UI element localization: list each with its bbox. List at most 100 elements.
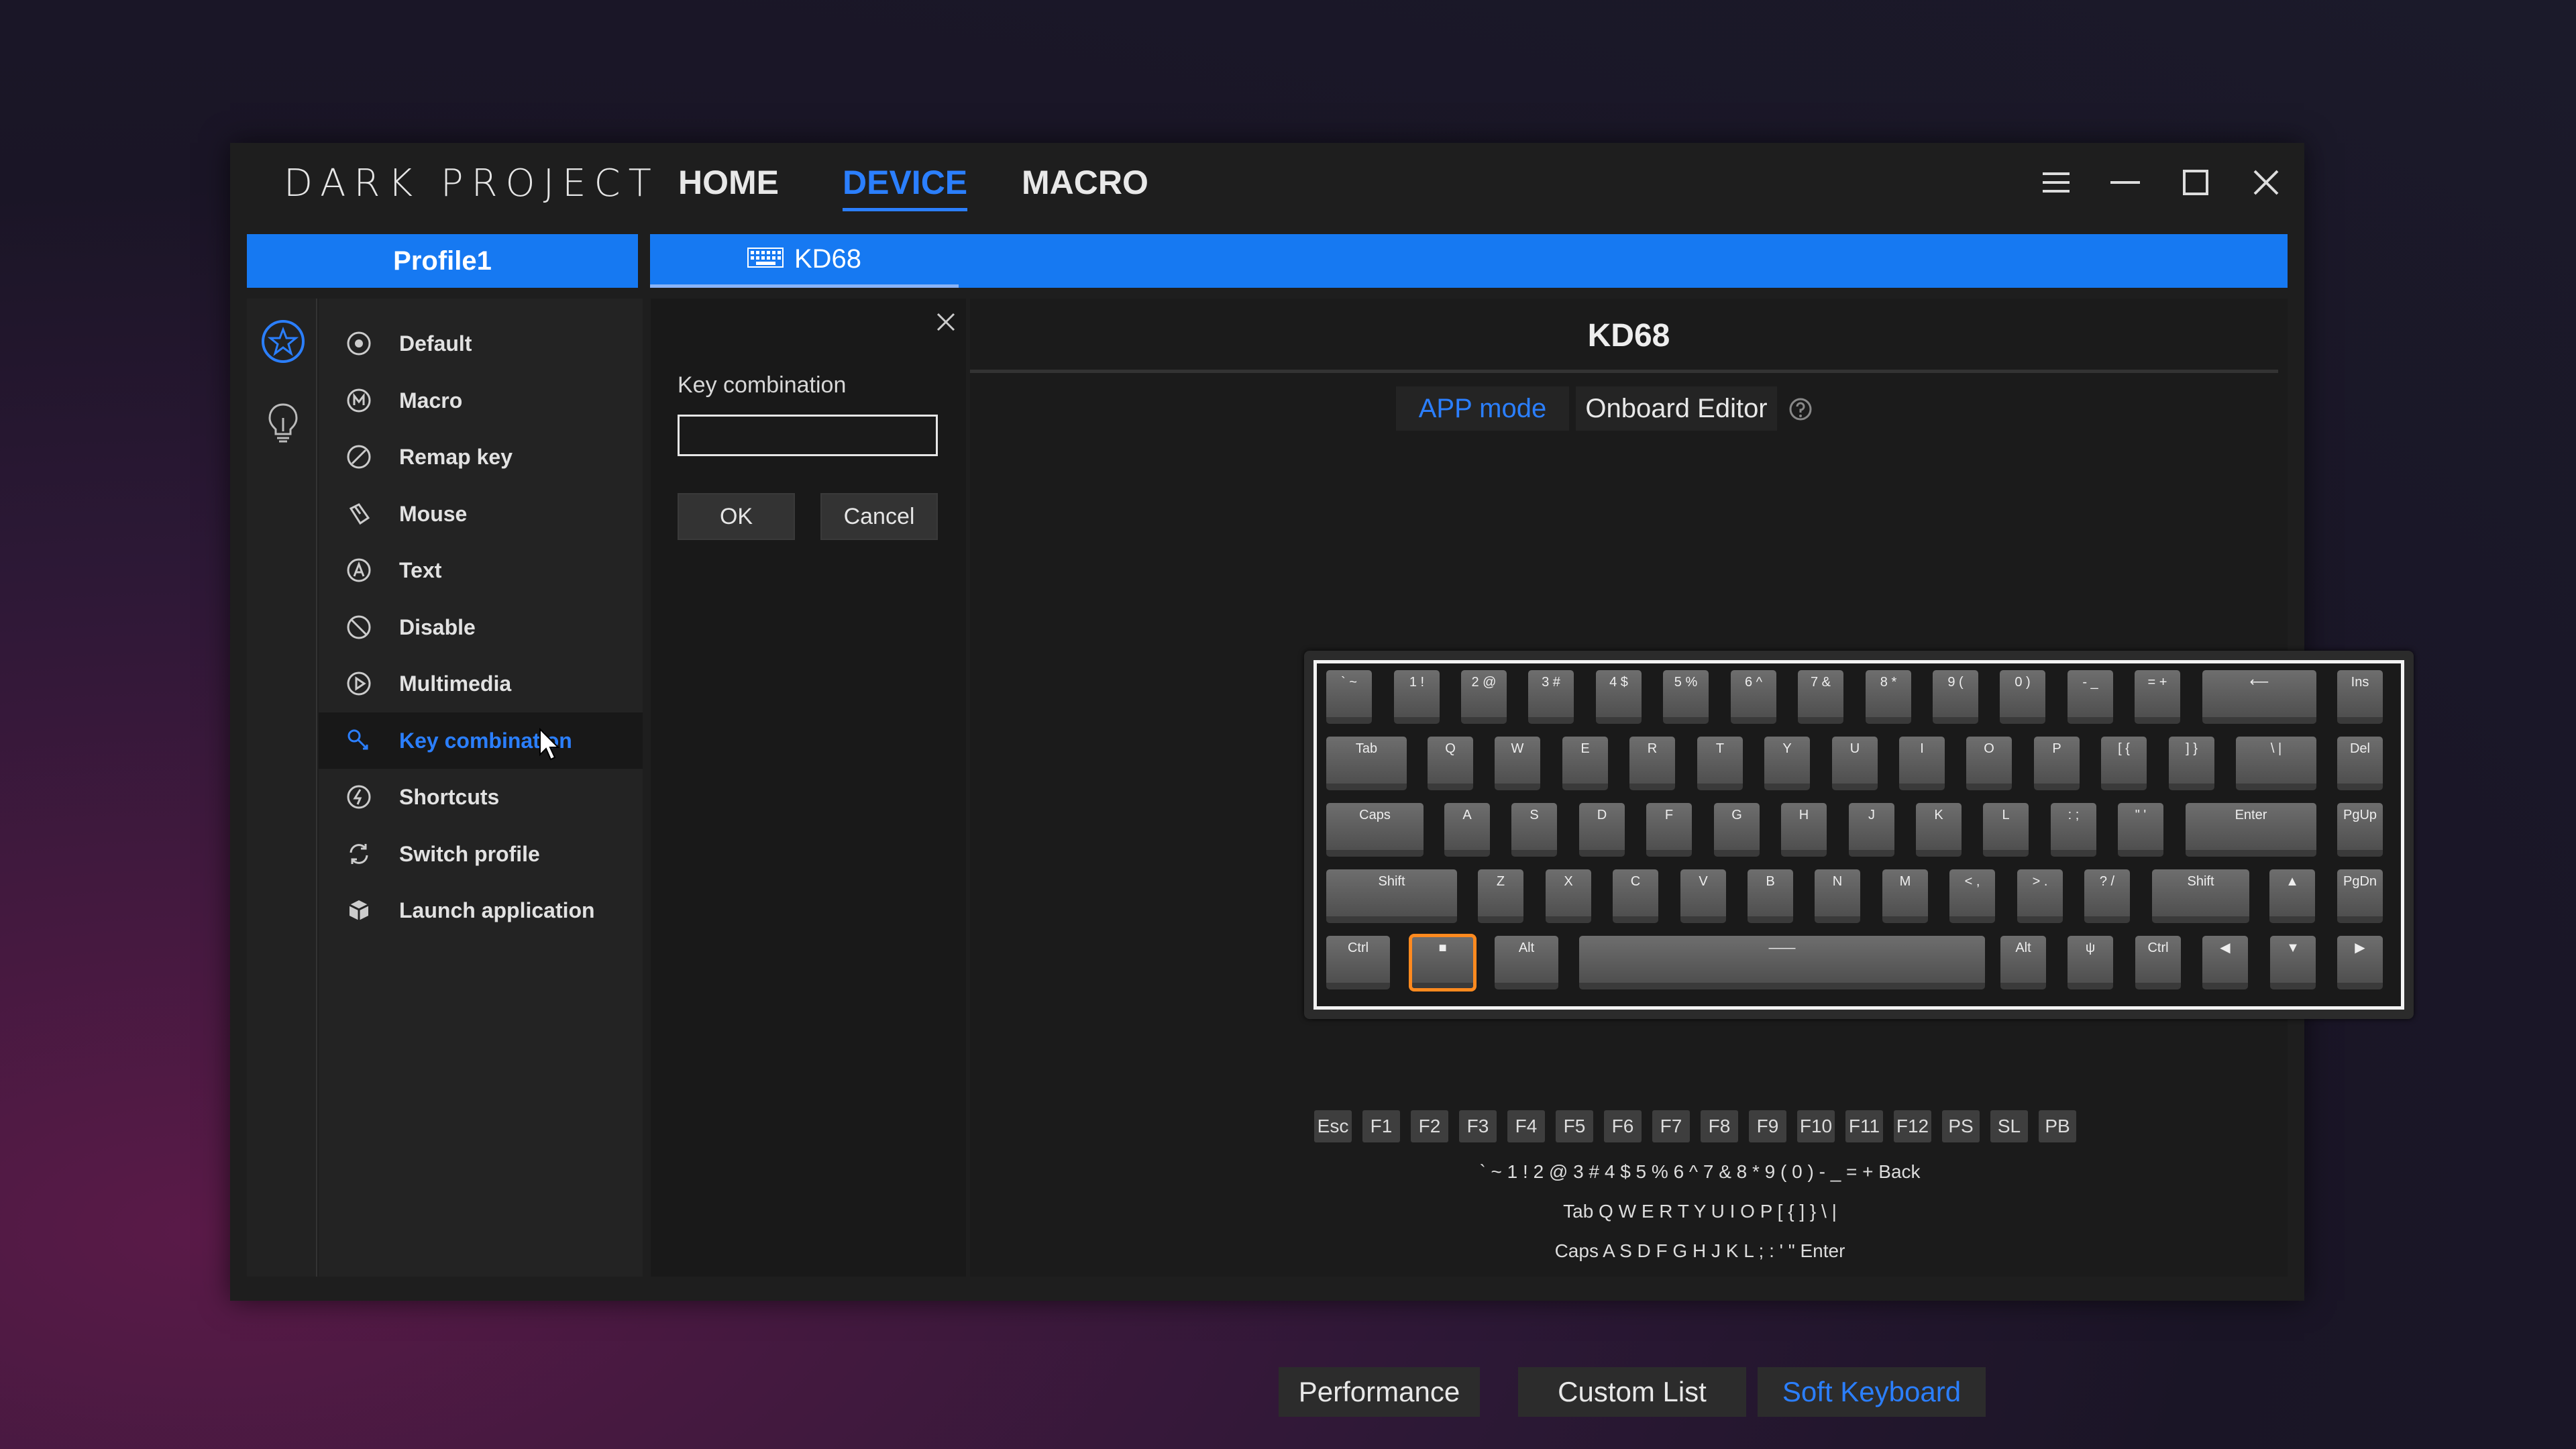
sk-qwerty-row[interactable]: Tab Q W E R T Y U I O P [ { ] } \ |	[1314, 1195, 2086, 1228]
key-rshift[interactable]: Shift	[2152, 869, 2249, 923]
sk-sl[interactable]: SL	[1990, 1110, 2028, 1142]
key-del[interactable]: Del	[2337, 737, 2383, 790]
menu-item-disable[interactable]: Disable	[319, 599, 643, 655]
menu-item-shortcuts[interactable]: Shortcuts	[319, 769, 643, 825]
menu-item-launch-application[interactable]: Launch application	[319, 882, 643, 938]
key-c[interactable]: C	[1613, 869, 1658, 923]
sk-ps[interactable]: PS	[1942, 1110, 1980, 1142]
key-5[interactable]: 5 %	[1663, 670, 1709, 724]
panel-close-icon[interactable]	[932, 309, 959, 335]
key-equals[interactable]: = +	[2135, 670, 2180, 724]
key-lbracket[interactable]: [ {	[2101, 737, 2147, 790]
key-period[interactable]: > .	[2017, 869, 2063, 923]
key-backslash[interactable]: \ |	[2236, 737, 2316, 790]
sk-f7[interactable]: F7	[1652, 1110, 1690, 1142]
sk-f9[interactable]: F9	[1749, 1110, 1786, 1142]
key-t[interactable]: T	[1697, 737, 1743, 790]
key-n[interactable]: N	[1815, 869, 1860, 923]
ok-button[interactable]: OK	[678, 493, 795, 540]
key-u[interactable]: U	[1832, 737, 1878, 790]
key-v[interactable]: V	[1680, 869, 1726, 923]
menu-item-macro[interactable]: Macro	[319, 372, 643, 429]
key-f[interactable]: F	[1646, 803, 1692, 857]
key-semicolon[interactable]: : ;	[2051, 803, 2096, 857]
key-o[interactable]: O	[1966, 737, 2012, 790]
nav-device[interactable]: DEVICE	[843, 163, 968, 211]
key-d[interactable]: D	[1579, 803, 1625, 857]
sk-f3[interactable]: F3	[1459, 1110, 1497, 1142]
sk-f1[interactable]: F1	[1362, 1110, 1400, 1142]
key-up[interactable]: ▲	[2269, 869, 2315, 923]
sk-home-row[interactable]: Caps A S D F G H J K L ; : ' " Enter	[1314, 1235, 2086, 1267]
sk-number-row[interactable]: ` ~ 1 ! 2 @ 3 # 4 $ 5 % 6 ^ 7 & 8 * 9 ( …	[1314, 1156, 2086, 1188]
key-pgup[interactable]: PgUp	[2337, 803, 2383, 857]
key-w[interactable]: W	[1495, 737, 1540, 790]
key-1[interactable]: 1 !	[1394, 670, 1440, 724]
menu-item-remap-key[interactable]: Remap key	[319, 429, 643, 485]
key-s[interactable]: S	[1511, 803, 1557, 857]
key-q[interactable]: Q	[1428, 737, 1473, 790]
key-x[interactable]: X	[1546, 869, 1591, 923]
soft-keyboard-tab[interactable]: Soft Keyboard	[1758, 1367, 1986, 1417]
key-caps[interactable]: Caps	[1326, 803, 1424, 857]
key-grave[interactable]: ` ~	[1326, 670, 1372, 724]
profile-tab[interactable]: Profile1	[247, 234, 638, 288]
maximize-icon[interactable]	[2172, 159, 2219, 206]
sk-f2[interactable]: F2	[1411, 1110, 1448, 1142]
menu-item-mouse[interactable]: Mouse	[319, 486, 643, 542]
sk-f5[interactable]: F5	[1556, 1110, 1593, 1142]
key-j[interactable]: J	[1849, 803, 1894, 857]
menu-item-multimedia[interactable]: Multimedia	[319, 655, 643, 712]
key-b[interactable]: B	[1748, 869, 1793, 923]
key-tab[interactable]: Tab	[1326, 737, 1407, 790]
sk-f8[interactable]: F8	[1701, 1110, 1738, 1142]
key-g[interactable]: G	[1714, 803, 1760, 857]
key-slash[interactable]: ? /	[2084, 869, 2130, 923]
cancel-button[interactable]: Cancel	[820, 493, 938, 540]
key-combination-input[interactable]	[678, 415, 938, 456]
device-tab[interactable]: KD68	[650, 234, 959, 288]
sk-pb[interactable]: PB	[2039, 1110, 2076, 1142]
sk-f12[interactable]: F12	[1894, 1110, 1931, 1142]
key-ins[interactable]: Ins	[2337, 670, 2383, 724]
key-minus[interactable]: - _	[2068, 670, 2113, 724]
key-4[interactable]: 4 $	[1596, 670, 1642, 724]
app-mode-button[interactable]: APP mode	[1396, 386, 1569, 431]
key-m[interactable]: M	[1882, 869, 1928, 923]
key-quote[interactable]: " '	[2118, 803, 2163, 857]
minimize-icon[interactable]	[2102, 159, 2149, 206]
key-comma[interactable]: < ,	[1949, 869, 1995, 923]
key-a[interactable]: A	[1444, 803, 1490, 857]
menu-item-switch-profile[interactable]: Switch profile	[319, 826, 643, 882]
menu-icon[interactable]	[2033, 159, 2080, 206]
menu-item-text[interactable]: Text	[319, 542, 643, 598]
key-enter[interactable]: Enter	[2186, 803, 2316, 857]
help-icon[interactable]	[1788, 397, 1813, 421]
key-z[interactable]: Z	[1478, 869, 1523, 923]
key-y[interactable]: Y	[1764, 737, 1810, 790]
sk-f10[interactable]: F10	[1797, 1110, 1835, 1142]
key-k[interactable]: K	[1916, 803, 1962, 857]
lightbulb-icon[interactable]	[260, 399, 306, 445]
key-e[interactable]: E	[1562, 737, 1608, 790]
key-rbracket[interactable]: ] }	[2169, 737, 2214, 790]
key-7[interactable]: 7 &	[1798, 670, 1843, 724]
nav-home[interactable]: HOME	[678, 163, 779, 202]
key-h[interactable]: H	[1781, 803, 1827, 857]
key-r[interactable]: R	[1629, 737, 1675, 790]
key-9[interactable]: 9 (	[1933, 670, 1978, 724]
performance-tab[interactable]: Performance	[1279, 1367, 1480, 1417]
key-backspace[interactable]: ⟵	[2202, 670, 2316, 724]
custom-list-tab[interactable]: Custom List	[1518, 1367, 1746, 1417]
key-p[interactable]: P	[2034, 737, 2080, 790]
sk-f6[interactable]: F6	[1604, 1110, 1642, 1142]
nav-macro[interactable]: MACRO	[1022, 163, 1148, 202]
key-2[interactable]: 2 @	[1461, 670, 1507, 724]
key-3[interactable]: 3 #	[1528, 670, 1574, 724]
onboard-editor-button[interactable]: Onboard Editor	[1576, 386, 1777, 431]
key-i[interactable]: I	[1899, 737, 1945, 790]
key-0[interactable]: 0 )	[2000, 670, 2045, 724]
sk-f11[interactable]: F11	[1845, 1110, 1883, 1142]
menu-item-default[interactable]: Default	[319, 315, 643, 372]
key-pgdn[interactable]: PgDn	[2337, 869, 2383, 923]
